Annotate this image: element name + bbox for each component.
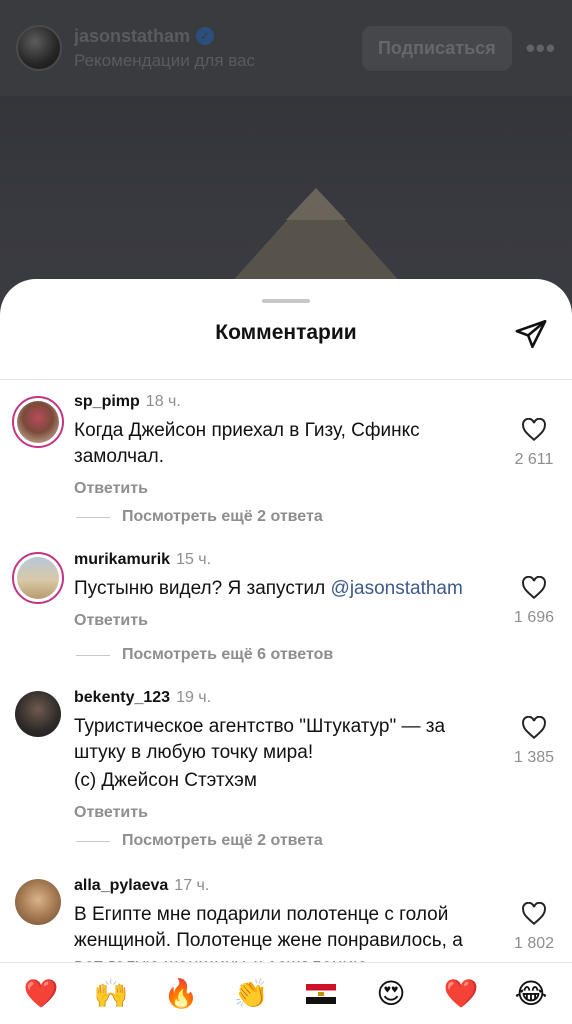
- verified-badge-icon: ✓: [196, 27, 215, 45]
- comment-username[interactable]: bekenty_123: [74, 689, 170, 706]
- heart-eyes-emoji-icon[interactable]: 😍: [363, 976, 419, 1012]
- like-count: 2 611: [514, 451, 554, 468]
- comment-time: 18 ч.: [145, 393, 181, 410]
- more-options-icon[interactable]: •••: [526, 33, 556, 64]
- comment-text: В Египте мне подарили полотенце с голой …: [74, 904, 463, 966]
- comment-like[interactable]: 1 385: [514, 715, 554, 767]
- commenter-avatar[interactable]: [12, 396, 64, 448]
- share-icon[interactable]: [514, 317, 548, 351]
- egypt-flag-icon: [306, 983, 336, 1004]
- egypt-flag-emoji[interactable]: [293, 983, 349, 1004]
- comment-text: Когда Джейсон приехал в Гизу, Сфинкс зам…: [74, 420, 420, 467]
- replies-divider: [76, 516, 110, 518]
- comment-username[interactable]: murikamurik: [74, 551, 170, 568]
- post-author-info: jasonstatham ✓ Рекомендации для вас: [74, 26, 362, 71]
- view-more-replies-label[interactable]: Посмотреть ещё 6 ответов: [122, 646, 333, 664]
- comment-time: 17 ч.: [174, 877, 210, 894]
- commenter-avatar[interactable]: [12, 688, 64, 740]
- post-author-username[interactable]: jasonstatham: [74, 26, 190, 47]
- comment-username[interactable]: sp_pimp: [74, 393, 140, 410]
- comment-text: Туристическое агентство "Штукатур" — за …: [74, 716, 446, 763]
- post-header: jasonstatham ✓ Рекомендации для вас Подп…: [0, 0, 572, 96]
- heart-icon[interactable]: [521, 417, 547, 442]
- post-subtitle: Рекомендации для вас: [74, 50, 256, 70]
- sheet-drag-handle[interactable]: [262, 299, 310, 303]
- heart-icon[interactable]: [521, 575, 547, 600]
- mention-link[interactable]: @jasonstatham: [331, 578, 463, 599]
- reply-button[interactable]: Ответить: [74, 804, 494, 822]
- like-count: 1 385: [513, 749, 555, 766]
- pyramid-image-detail: [286, 188, 346, 220]
- comments-list[interactable]: sp_pimp 18 ч. Когда Джейсон приехал в Гиз…: [0, 380, 572, 966]
- fire-emoji-icon[interactable]: 🔥: [153, 976, 209, 1012]
- comment-time: 15 ч.: [176, 551, 212, 568]
- clapping-hands-emoji-icon[interactable]: 👏: [223, 976, 279, 1012]
- tears-of-joy-emoji-icon[interactable]: 😂: [503, 976, 559, 1012]
- comment-like[interactable]: 1 696: [514, 575, 554, 627]
- heart-icon[interactable]: [521, 715, 547, 740]
- commenter-avatar[interactable]: [12, 876, 64, 928]
- view-more-replies-label[interactable]: Посмотреть ещё 2 ответа: [122, 832, 323, 850]
- comment-text: Пустыню видел? Я запустил @jasonstatham: [74, 576, 494, 602]
- comment-text-body: Пустыню видел? Я запустил: [74, 578, 331, 599]
- commenter-avatar[interactable]: [12, 552, 64, 604]
- sheet-title: Комментарии: [215, 321, 357, 344]
- post-author-avatar[interactable]: [16, 25, 62, 71]
- view-more-replies[interactable]: Посмотреть ещё 2 ответа: [76, 832, 323, 850]
- comment-like[interactable]: 1 802: [514, 901, 554, 953]
- view-more-replies[interactable]: Посмотреть ещё 6 ответов: [76, 646, 333, 664]
- red-heart-emoji-icon-2[interactable]: ❤️: [433, 976, 489, 1012]
- red-heart-emoji-icon[interactable]: ❤️: [13, 976, 69, 1012]
- replies-divider: [76, 840, 110, 842]
- reply-button[interactable]: Ответить: [74, 612, 494, 630]
- comment-like[interactable]: 2 611: [514, 417, 554, 469]
- follow-button[interactable]: Подписаться: [361, 25, 512, 71]
- comment-time: 19 ч.: [176, 689, 212, 706]
- comments-sheet: Комментарии sp_pimp 18 ч. Когда Джейсон п…: [0, 279, 572, 1024]
- like-count: 1 696: [513, 609, 555, 626]
- comment-text-signature: (с) Джейсон Стэтхэм: [74, 770, 257, 791]
- reply-button[interactable]: Ответить: [74, 480, 494, 498]
- heart-icon[interactable]: [521, 901, 547, 926]
- raising-hands-emoji-icon[interactable]: 🙌: [83, 976, 139, 1012]
- view-more-replies-label[interactable]: Посмотреть ещё 2 ответа: [122, 508, 323, 526]
- reaction-bar: ❤️ 🙌 🔥 👏 😍 ❤️ 😂: [0, 962, 572, 1024]
- comment-username[interactable]: alla_pylaeva: [74, 877, 168, 894]
- like-count: 1 802: [513, 935, 555, 952]
- view-more-replies[interactable]: Посмотреть ещё 2 ответа: [76, 508, 323, 526]
- replies-divider: [76, 654, 110, 656]
